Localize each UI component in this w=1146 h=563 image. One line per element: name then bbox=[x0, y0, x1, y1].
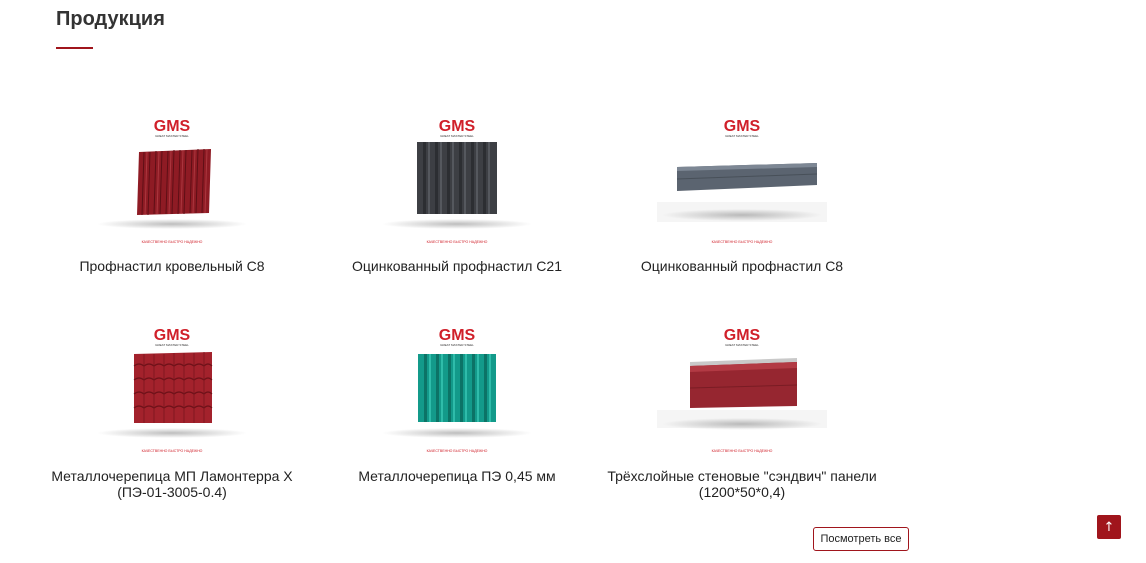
svg-text:КАЧЕСТВЕННО БЫСТРО НАДЕЖНО: КАЧЕСТВЕННО БЫСТРО НАДЕЖНО bbox=[142, 449, 203, 453]
product-name[interactable]: Оцинкованный профнастил С8 bbox=[600, 258, 884, 274]
product-image: GMS GREAT MASTER STEEL КАЧЕСТВЕННО БЫСТР… bbox=[372, 306, 542, 456]
title-underline bbox=[56, 47, 93, 49]
product-name[interactable]: Металлочерепица ПЭ 0,45 мм bbox=[315, 468, 599, 484]
arrow-up-icon: ↑ bbox=[1103, 519, 1115, 535]
svg-text:GREAT MASTER STEEL: GREAT MASTER STEEL bbox=[440, 343, 474, 347]
svg-text:GREAT MASTER STEEL: GREAT MASTER STEEL bbox=[155, 134, 189, 138]
section-title: Продукция bbox=[56, 8, 165, 30]
scroll-to-top-button[interactable]: ↑ bbox=[1097, 515, 1121, 539]
svg-text:КАЧЕСТВЕННО БЫСТРО НАДЕЖНО: КАЧЕСТВЕННО БЫСТРО НАДЕЖНО bbox=[142, 240, 203, 244]
product-name[interactable]: Металлочерепица МП Ламонтерра X (ПЭ-01-3… bbox=[30, 468, 314, 500]
brand-logo: GMS bbox=[724, 327, 761, 344]
svg-text:GREAT MASTER STEEL: GREAT MASTER STEEL bbox=[440, 134, 474, 138]
svg-text:КАЧЕСТВЕННО БЫСТРО НАДЕЖНО: КАЧЕСТВЕННО БЫСТРО НАДЕЖНО bbox=[427, 240, 488, 244]
svg-text:GREAT MASTER STEEL: GREAT MASTER STEEL bbox=[725, 134, 759, 138]
svg-text:КАЧЕСТВЕННО БЫСТРО НАДЕЖНО: КАЧЕСТВЕННО БЫСТРО НАДЕЖНО bbox=[427, 449, 488, 453]
svg-text:КАЧЕСТВЕННО БЫСТРО НАДЕЖНО: КАЧЕСТВЕННО БЫСТРО НАДЕЖНО bbox=[712, 240, 773, 244]
brand-logo: GMS bbox=[439, 118, 476, 135]
brand-logo: GMS bbox=[154, 118, 191, 135]
product-name[interactable]: Профнастил кровельный С8 bbox=[30, 258, 314, 274]
product-name[interactable]: Трёхслойные стеновые "сэндвич" панели (1… bbox=[600, 468, 884, 500]
brand-logo: GMS bbox=[154, 327, 191, 344]
product-name[interactable]: Оцинкованный профнастил С21 bbox=[315, 258, 599, 274]
svg-text:GREAT MASTER STEEL: GREAT MASTER STEEL bbox=[155, 343, 189, 347]
view-all-button[interactable]: Посмотреть все bbox=[813, 527, 909, 551]
product-image: GMS GREAT MASTER STEEL КАЧЕСТВЕННО БЫСТР… bbox=[87, 306, 257, 456]
product-image: GMS GREAT MASTER STEEL КАЧЕСТВЕННО БЫСТР… bbox=[372, 97, 542, 247]
product-image: GMS GREAT MASTER STEEL КАЧЕСТВЕННО БЫСТР… bbox=[657, 306, 827, 456]
brand-logo: GMS bbox=[439, 327, 476, 344]
product-image: GMS GREAT MASTER STEEL КАЧЕСТВЕННО БЫСТР… bbox=[87, 97, 257, 247]
svg-text:GREAT MASTER STEEL: GREAT MASTER STEEL bbox=[725, 343, 759, 347]
product-image: GMS GREAT MASTER STEEL КАЧЕСТВЕННО БЫСТР… bbox=[657, 97, 827, 247]
brand-logo: GMS bbox=[724, 118, 761, 135]
svg-text:КАЧЕСТВЕННО БЫСТРО НАДЕЖНО: КАЧЕСТВЕННО БЫСТРО НАДЕЖНО bbox=[712, 449, 773, 453]
